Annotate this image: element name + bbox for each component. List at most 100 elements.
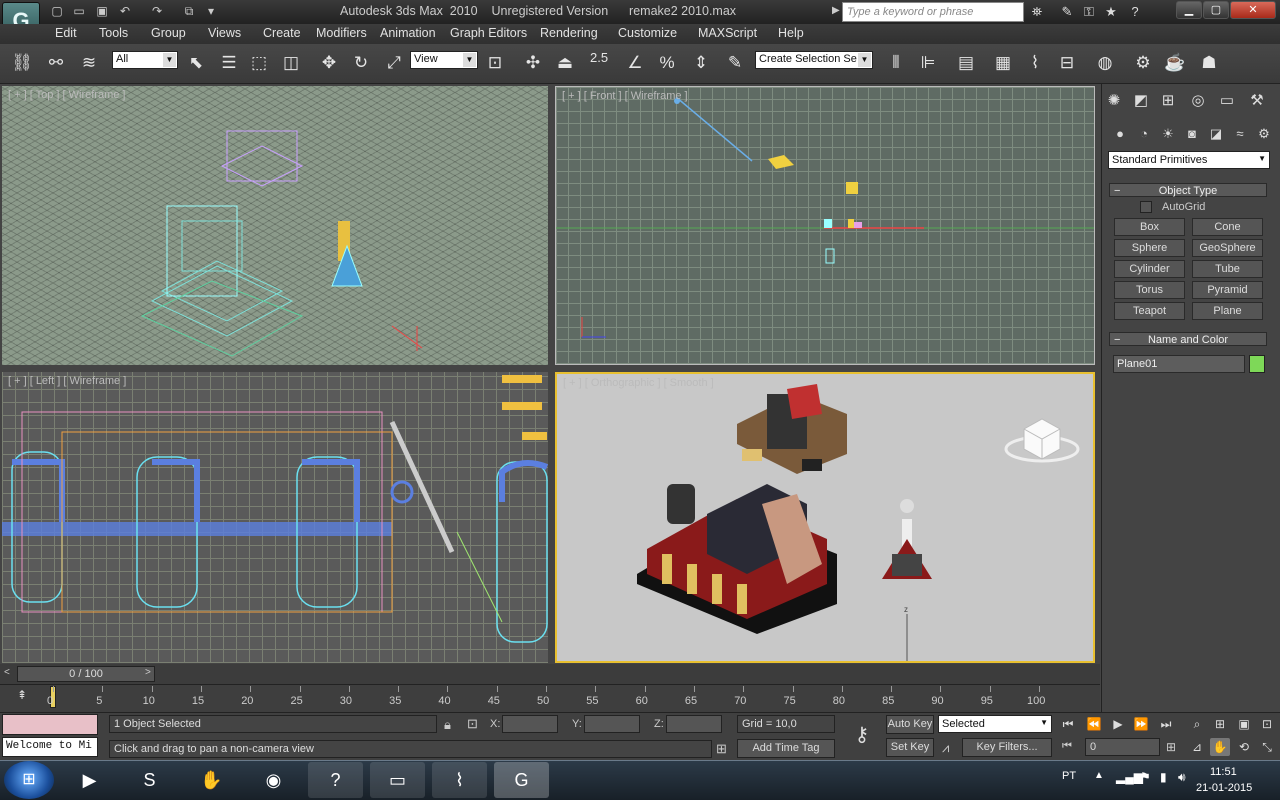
select-and-move-icon[interactable]: ✥ xyxy=(316,50,342,76)
zoom-extents-all-icon[interactable]: ⊡ xyxy=(1257,715,1277,733)
modify-tab-icon[interactable]: ◩ xyxy=(1130,90,1152,112)
set-key-button[interactable]: Set Key xyxy=(886,738,934,757)
volume-icon[interactable]: 🔊︎ xyxy=(1178,770,1186,785)
z-coord-field[interactable] xyxy=(666,715,722,733)
viewport-label-orthographic[interactable]: [ + ] [ Orthographic ] [ Smooth ] xyxy=(563,377,714,389)
spinner-snap-icon[interactable]: ⇕ xyxy=(688,50,714,76)
rectangular-selection-icon[interactable]: ⬚ xyxy=(246,50,272,76)
quick-access-dropdown-icon[interactable]: ▾ xyxy=(202,3,220,20)
teapot-button[interactable]: Teapot xyxy=(1114,302,1185,320)
lock-selection-icon[interactable]: 🔒︎ xyxy=(444,717,451,733)
maximize-viewport-icon[interactable]: ⤡ xyxy=(1257,738,1277,756)
favorites-star-icon[interactable]: ★ xyxy=(1102,3,1120,21)
cameras-icon[interactable]: ◙ xyxy=(1182,124,1202,144)
zoom-extents-icon[interactable]: ▣ xyxy=(1234,715,1254,733)
plane-button[interactable]: Plane xyxy=(1192,302,1263,320)
menu-group[interactable]: Group xyxy=(151,26,186,40)
sphere-button[interactable]: Sphere xyxy=(1114,239,1185,257)
curve-editor-icon[interactable]: ⌇ xyxy=(1022,50,1048,76)
maxscript-mini-listener[interactable] xyxy=(2,714,98,735)
viewport-orthographic[interactable]: z [ + ] [ Orthographic ] [ Smooth ] xyxy=(555,372,1095,663)
help-app-icon[interactable]: ? xyxy=(308,762,363,798)
shapes-icon[interactable]: ◔ xyxy=(1134,124,1154,144)
close-button[interactable]: ✕ xyxy=(1230,1,1276,19)
current-frame-field[interactable]: 0 xyxy=(1085,738,1160,756)
menu-customize[interactable]: Customize xyxy=(618,26,677,40)
3ds-max-task-icon[interactable]: G xyxy=(494,762,549,798)
cone-button[interactable]: Cone xyxy=(1192,218,1263,236)
zoom-all-icon[interactable]: ⊞ xyxy=(1210,715,1230,733)
geometry-icon[interactable]: ● xyxy=(1110,124,1130,144)
mini-curve-editor-icon[interactable]: ⇞ xyxy=(12,688,32,706)
snap-toggle-label[interactable]: 2.5 xyxy=(590,50,608,65)
time-slider-thumb[interactable]: 0 / 100 xyxy=(17,666,155,682)
zoom-icon[interactable]: ⌕ xyxy=(1187,715,1207,733)
viewport-label-top[interactable]: [ + ] [ Top ] [ Wireframe ] xyxy=(8,89,125,101)
absolute-mode-icon[interactable]: ⊡ xyxy=(467,716,478,732)
menu-edit[interactable]: Edit xyxy=(55,26,77,40)
time-slider[interactable] xyxy=(0,664,1100,684)
mirror-icon[interactable]: ⫴ xyxy=(883,50,909,76)
file-explorer-icon[interactable]: ▭ xyxy=(370,762,425,798)
next-frame-icon[interactable]: ⏩ xyxy=(1131,715,1151,733)
time-slider-next-icon[interactable]: > xyxy=(145,667,151,678)
select-object-icon[interactable]: ⬉ xyxy=(183,50,209,76)
previous-frame-icon[interactable]: ⏪ xyxy=(1084,715,1104,733)
save-file-icon[interactable]: ▣ xyxy=(93,3,111,20)
object-name-field[interactable]: Plane01 xyxy=(1113,355,1245,373)
set-keys-key-icon[interactable]: ⚷ xyxy=(844,722,880,750)
select-manipulate-icon[interactable]: ✣ xyxy=(520,50,546,76)
language-indicator[interactable]: PT xyxy=(1062,770,1076,782)
viewport-label-left[interactable]: [ + ] [ Left ] [ Wireframe ] xyxy=(8,375,126,387)
geosphere-button[interactable]: GeoSphere xyxy=(1192,239,1263,257)
communication-center-icon[interactable]: ✎ xyxy=(1058,3,1076,21)
maximize-button[interactable]: ▢ xyxy=(1203,1,1229,19)
menu-modifiers[interactable]: Modifiers xyxy=(316,26,367,40)
window-crossing-icon[interactable]: ◫ xyxy=(278,50,304,76)
create-tab-icon[interactable]: ✺ xyxy=(1103,90,1125,112)
bind-space-warp-icon[interactable]: ≋ xyxy=(76,50,102,76)
media-player-icon[interactable]: ▶ xyxy=(62,762,117,798)
viewport-front[interactable]: [ + ] [ Front ] [ Wireframe ] xyxy=(555,86,1095,365)
recording-app-icon[interactable]: ◉ xyxy=(246,762,301,798)
menu-views[interactable]: Views xyxy=(208,26,241,40)
chart-editor-icon[interactable]: ⌇ xyxy=(432,762,487,798)
key-mode-dropdown[interactable]: Selected ▼ xyxy=(938,715,1052,733)
binoculars-icon[interactable]: ⛯ xyxy=(1028,3,1046,21)
schematic-view-icon[interactable]: ⊟ xyxy=(1054,50,1080,76)
time-slider-prev-icon[interactable]: < xyxy=(4,667,10,678)
x-coord-field[interactable] xyxy=(502,715,558,733)
set-key-filters-icon[interactable]: ⩘ xyxy=(942,740,949,756)
object-color-swatch[interactable] xyxy=(1249,355,1265,373)
viewport-label-front[interactable]: [ + ] [ Front ] [ Wireframe ] xyxy=(562,90,688,102)
y-coord-field[interactable] xyxy=(584,715,640,733)
redo-icon[interactable]: ↷ xyxy=(148,3,166,20)
go-to-end-icon[interactable]: ⏭ xyxy=(1156,715,1176,733)
keyboard-shortcut-override-icon[interactable]: ⏏ xyxy=(552,50,578,76)
key-mode-toggle-icon[interactable]: ⏮ xyxy=(1062,740,1072,753)
search-arrow-icon[interactable]: ▶ xyxy=(832,5,840,16)
new-file-icon[interactable]: ▢ xyxy=(48,3,66,20)
clock-time[interactable]: 11:51 xyxy=(1210,766,1237,778)
flag-icon[interactable]: ⚑ xyxy=(1140,770,1151,784)
menu-maxscript[interactable]: MAXScript xyxy=(698,26,757,40)
reference-coordinate-dropdown[interactable]: View ▼ xyxy=(410,51,478,69)
torus-button[interactable]: Torus xyxy=(1114,281,1185,299)
minimize-button[interactable]: ▁ xyxy=(1176,1,1202,19)
display-tab-icon[interactable]: ▭ xyxy=(1216,90,1238,112)
helpers-icon[interactable]: ◪ xyxy=(1206,124,1226,144)
space-warps-icon[interactable]: ≈ xyxy=(1230,124,1250,144)
percent-snap-icon[interactable]: % xyxy=(654,50,680,76)
skype-icon[interactable]: S xyxy=(122,762,177,798)
angle-snap-icon[interactable]: ∠ xyxy=(622,50,648,76)
utilities-tab-icon[interactable]: ⚒ xyxy=(1246,90,1268,112)
paw-app-icon[interactable]: ✋ xyxy=(184,762,239,798)
hierarchy-tab-icon[interactable]: ⊞ xyxy=(1157,90,1179,112)
rendered-frame-window-icon[interactable]: ☕ xyxy=(1162,50,1188,76)
object-type-rollout[interactable]: − Object Type xyxy=(1109,183,1267,197)
open-file-icon[interactable]: ▭ xyxy=(70,3,88,20)
add-time-tag-button[interactable]: Add Time Tag xyxy=(737,739,835,758)
select-and-rotate-icon[interactable]: ↻ xyxy=(348,50,374,76)
edit-named-selection-icon[interactable]: ✎ xyxy=(722,50,748,76)
project-folder-icon[interactable]: ⧉ xyxy=(180,3,198,20)
